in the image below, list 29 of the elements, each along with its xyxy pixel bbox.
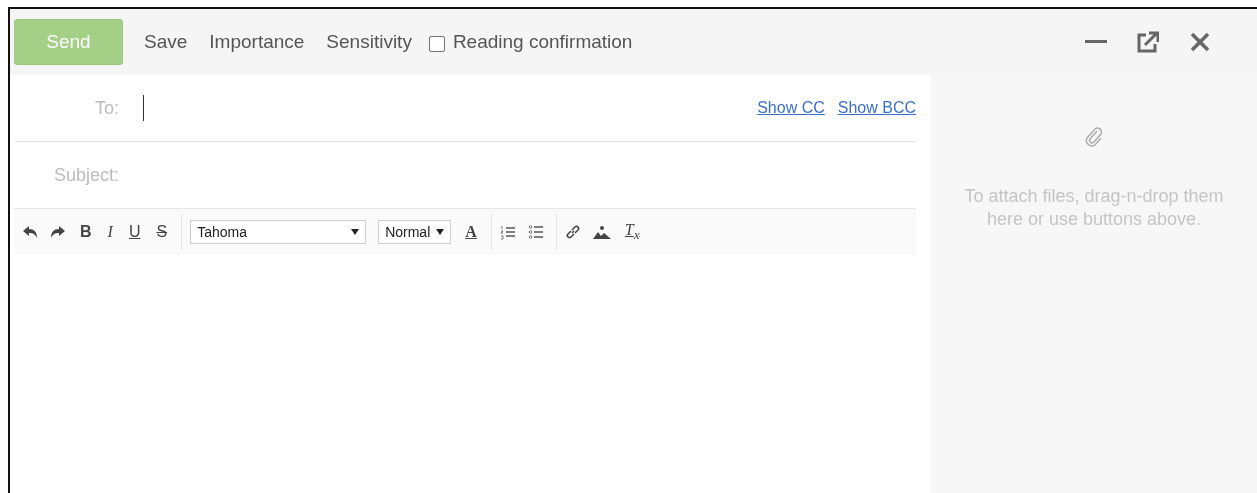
minimize-icon[interactable] bbox=[1085, 39, 1107, 45]
font-dropdown[interactable]: Tahoma bbox=[190, 220, 367, 244]
font-color-button[interactable]: A bbox=[463, 223, 479, 241]
link[interactable]: Show BCC bbox=[837, 99, 916, 117]
format-button[interactable]: U bbox=[126, 223, 143, 241]
paperclip-icon[interactable] bbox=[1084, 125, 1104, 149]
redo-icon[interactable] bbox=[50, 225, 66, 239]
undo-icon[interactable] bbox=[22, 225, 38, 239]
toolbar-button[interactable]: Sensitivity bbox=[315, 31, 423, 53]
close-icon[interactable] bbox=[1189, 31, 1211, 53]
pop-out-icon[interactable] bbox=[1137, 31, 1159, 53]
dropdown-arrow-icon bbox=[436, 229, 445, 235]
format-button[interactable]: I bbox=[105, 223, 115, 241]
field-label: Subject: bbox=[52, 164, 119, 186]
field-label: To: bbox=[94, 97, 119, 119]
dropdown-arrow-icon bbox=[351, 229, 360, 235]
format-button[interactable]: S bbox=[154, 223, 170, 241]
clear-format-button[interactable]: T$_{x}$ bbox=[622, 220, 642, 244]
link[interactable]: Show CC bbox=[757, 99, 825, 117]
checkbox[interactable] bbox=[428, 35, 445, 52]
size-dropdown[interactable]: Normal bbox=[378, 220, 452, 244]
bulleted-list-icon[interactable] bbox=[527, 224, 544, 240]
format-button[interactable]: B bbox=[78, 223, 94, 241]
link-icon[interactable] bbox=[564, 224, 581, 240]
checkbox-label: Reading confirmation bbox=[451, 31, 634, 53]
toolbar-button[interactable]: Importance bbox=[198, 31, 316, 53]
image-icon[interactable] bbox=[592, 225, 611, 239]
numbered-list-icon[interactable] bbox=[499, 224, 516, 240]
toolbar-button[interactable]: Save bbox=[133, 31, 199, 53]
